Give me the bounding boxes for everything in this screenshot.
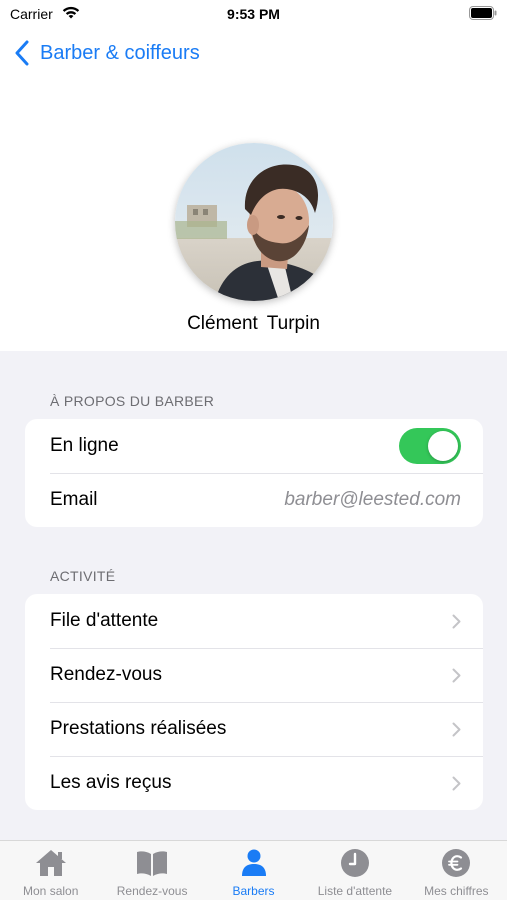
barber-name: Clément Turpin [187,313,320,334]
activity-row-queue[interactable]: File d'attente [25,594,483,648]
tab-mon-salon[interactable]: Mon salon [0,841,101,900]
tab-barbers[interactable]: Barbers [203,841,304,900]
email-value: barber@leested.com [284,489,461,510]
tab-mes-chiffres[interactable]: Mes chiffres [406,841,507,900]
about-group: En ligne Email barber@leested.com [25,419,483,527]
house-icon [34,847,68,879]
activity-label: Les avis reçus [50,772,172,793]
online-toggle[interactable] [399,428,461,464]
about-section-header: À PROPOS DU BARBER [50,393,215,409]
chevron-right-icon [452,722,461,736]
tab-label: Mes chiffres [424,884,489,898]
avatar-photo [175,143,333,301]
euro-icon [439,847,473,879]
tab-bar: Mon salon Rendez-vous Barbers Liste d'at… [0,840,507,900]
clock-icon [338,847,372,879]
chevron-right-icon [452,614,461,628]
chevron-right-icon [452,668,461,682]
tab-label: Mon salon [23,884,79,898]
tab-label: Barbers [232,884,275,898]
activity-label: Rendez-vous [50,664,162,685]
activity-label: Prestations réalisées [50,718,227,739]
online-label: En ligne [50,435,119,456]
avatar [175,143,333,301]
chevron-left-icon [15,40,29,66]
online-row: En ligne [25,419,483,473]
tab-label: Rendez-vous [116,884,188,898]
status-time: 9:53 PM [227,6,280,22]
email-label: Email [50,489,98,510]
activity-group: File d'attente Rendez-vous Prestations r… [25,594,483,810]
tab-liste-attente[interactable]: Liste d'attente [304,841,405,900]
email-row: Email barber@leested.com [25,473,483,527]
toggle-knob [428,431,458,461]
activity-row-services[interactable]: Prestations réalisées [25,702,483,756]
activity-label: File d'attente [50,610,159,631]
person-icon [237,847,271,879]
back-button[interactable]: Barber & coiffeurs [14,37,200,69]
battery-icon [469,6,497,23]
activity-row-reviews[interactable]: Les avis reçus [25,756,483,810]
tab-label: Liste d'attente [317,884,393,898]
chevron-right-icon [452,776,461,790]
back-label: Barber & coiffeurs [40,41,200,64]
status-bar: Carrier 9:53 PM [0,0,507,28]
tab-rendez-vous[interactable]: Rendez-vous [101,841,202,900]
book-icon [135,847,169,879]
activity-section-header: ACTIVITÉ [50,568,116,584]
activity-row-appointments[interactable]: Rendez-vous [25,648,483,702]
